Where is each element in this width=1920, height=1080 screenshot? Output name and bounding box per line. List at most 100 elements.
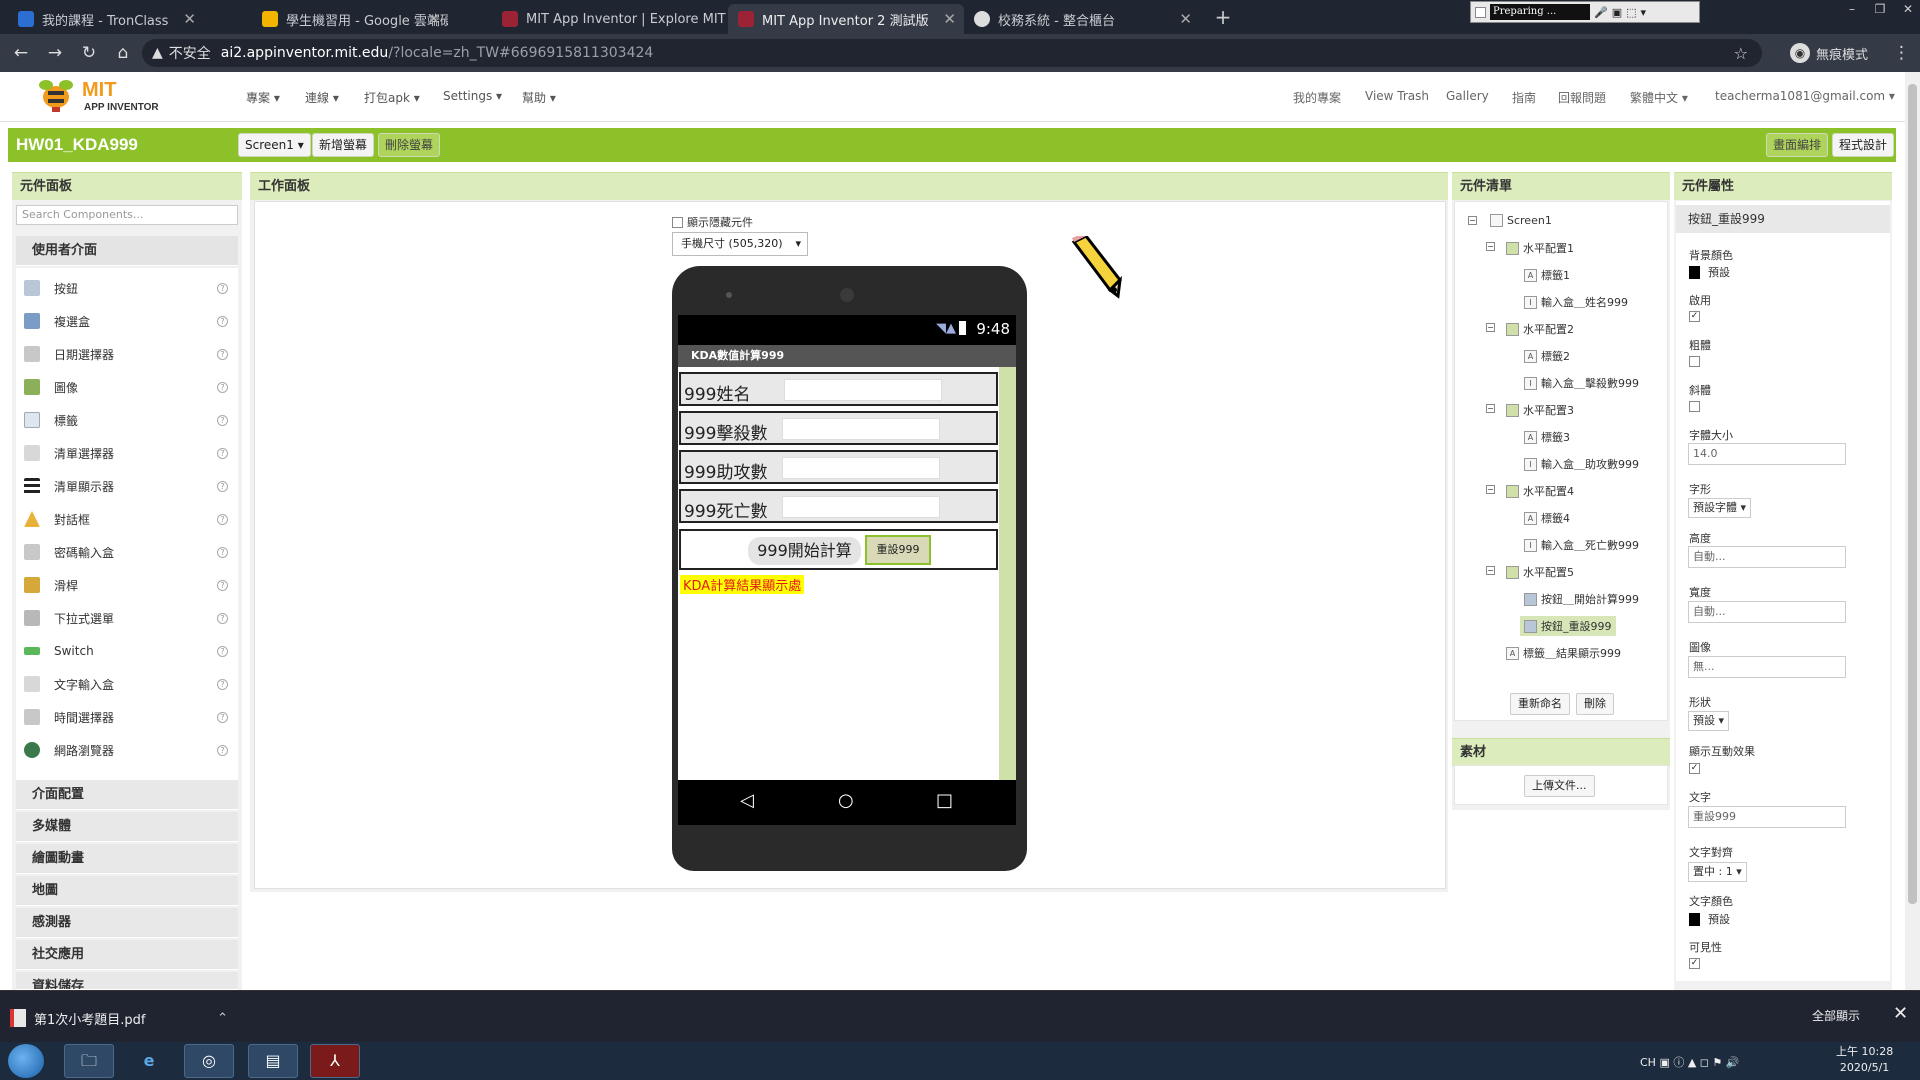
- chrome-taskbar-icon[interactable]: ◎: [184, 1044, 234, 1078]
- help-icon[interactable]: ?: [217, 447, 228, 459]
- palette-category-social[interactable]: 社交應用: [16, 940, 238, 970]
- close-download-bar-icon[interactable]: ✕: [1893, 1003, 1908, 1024]
- help-icon[interactable]: ?: [217, 513, 228, 525]
- tool-taskbar-icon[interactable]: ▤: [248, 1044, 298, 1078]
- prop-bgcolor-picker[interactable]: 預設: [1689, 264, 1730, 280]
- help-icon[interactable]: ?: [217, 546, 228, 558]
- collapse-toggle-icon[interactable]: −: [1486, 404, 1495, 413]
- new-tab-button[interactable]: +: [1210, 6, 1236, 30]
- browser-tab-active[interactable]: MIT App Inventor 2 測試版 ✕: [728, 4, 964, 34]
- tree-node-textbox[interactable]: I 輸入盒＿助攻數999: [1524, 456, 1639, 472]
- collapse-toggle-icon[interactable]: −: [1468, 216, 1477, 225]
- tree-node-label-comp[interactable]: A 標籤＿結果顯示999: [1506, 645, 1621, 661]
- prop-enabled-checkbox[interactable]: ✓: [1689, 311, 1700, 322]
- page-scrollbar[interactable]: [1905, 72, 1920, 990]
- prop-width-input[interactable]: 自動...: [1688, 601, 1846, 623]
- browser-tab[interactable]: 我的課程 - TronClass ✕: [8, 4, 204, 34]
- window-close-icon[interactable]: ✕: [1896, 0, 1920, 18]
- start-button-icon[interactable]: [8, 1044, 44, 1078]
- label-deaths[interactable]: 999死亡數: [684, 497, 767, 522]
- help-icon[interactable]: ?: [217, 744, 228, 756]
- rename-button[interactable]: 重新命名: [1510, 693, 1570, 715]
- link-my-projects[interactable]: 我的專案: [1293, 89, 1341, 106]
- tree-node-label-comp[interactable]: A 標籤4: [1524, 510, 1570, 526]
- help-icon[interactable]: ?: [217, 282, 228, 294]
- recorder-stop-icon[interactable]: [1475, 6, 1486, 18]
- designer-button[interactable]: 畫面編排: [1766, 133, 1829, 157]
- show-all-downloads-button[interactable]: 全部顯示: [1812, 1007, 1860, 1024]
- label-name[interactable]: 999姓名: [684, 380, 750, 405]
- browser-tab[interactable]: 學生機習用 - Google 雲端硬碟 ✕: [252, 4, 448, 34]
- upload-file-button[interactable]: 上傳文件...: [1524, 775, 1595, 797]
- label-kills[interactable]: 999擊殺數: [684, 419, 767, 444]
- tree-node-label-comp[interactable]: A 標籤1: [1524, 267, 1570, 283]
- account-menu[interactable]: teacherma1081@gmail.com ▾: [1715, 89, 1895, 103]
- ie-taskbar-icon[interactable]: e: [124, 1044, 174, 1078]
- tree-node-screen1[interactable]: Screen1: [1490, 214, 1552, 227]
- menu-connect[interactable]: 連線 ▾: [305, 89, 339, 106]
- incognito-indicator[interactable]: ◉ 無痕模式: [1790, 43, 1868, 63]
- menu-build[interactable]: 打包apk ▾: [364, 89, 420, 106]
- menu-settings[interactable]: Settings ▾: [443, 89, 502, 103]
- help-icon[interactable]: ?: [217, 414, 228, 426]
- delete-button[interactable]: 刪除: [1576, 693, 1614, 715]
- palette-item-slider[interactable]: 滑桿 ?: [24, 572, 232, 598]
- maximize-icon[interactable]: ❐: [1868, 0, 1892, 18]
- prop-font-select[interactable]: 預設字體 ▾: [1688, 498, 1752, 518]
- close-tab-icon[interactable]: ✕: [183, 10, 196, 28]
- tree-node-textbox[interactable]: I 輸入盒＿死亡數999: [1524, 537, 1639, 553]
- palette-item-switch[interactable]: Switch ?: [24, 638, 232, 664]
- palette-category-media[interactable]: 多媒體: [16, 812, 238, 842]
- palette-item-spinner[interactable]: 下拉式選單 ?: [24, 605, 232, 631]
- back-icon[interactable]: ←: [8, 43, 34, 63]
- tree-node-label-comp[interactable]: A 標籤2: [1524, 348, 1570, 364]
- prop-fontsize-input[interactable]: 14.0: [1688, 443, 1846, 465]
- input-language[interactable]: CH: [1640, 1056, 1656, 1069]
- prop-italic-checkbox[interactable]: [1689, 401, 1700, 412]
- remove-screen-button[interactable]: 刪除螢幕: [378, 133, 441, 157]
- tree-node-arrangement[interactable]: 水平配置3: [1506, 402, 1574, 418]
- help-icon[interactable]: ?: [217, 381, 228, 393]
- palette-item-image[interactable]: 圖像 ?: [24, 374, 232, 400]
- palette-section-user-interface[interactable]: 使用者介面: [16, 236, 238, 266]
- palette-item-textbox[interactable]: 文字輸入盒 ?: [24, 671, 232, 697]
- help-icon[interactable]: ?: [217, 678, 228, 690]
- link-view-trash[interactable]: View Trash: [1365, 89, 1429, 103]
- palette-item-datepicker[interactable]: 日期選擇器 ?: [24, 341, 232, 367]
- home-icon[interactable]: ⌂: [110, 43, 136, 63]
- minimize-icon[interactable]: –: [1840, 0, 1864, 18]
- region-icon[interactable]: ⬚: [1626, 6, 1636, 19]
- help-icon[interactable]: ?: [217, 480, 228, 492]
- prop-image-input[interactable]: 無...: [1688, 656, 1846, 678]
- close-tab-icon[interactable]: ✕: [943, 10, 956, 28]
- download-item[interactable]: 第1次小考題目.pdf ⌃: [10, 1003, 228, 1033]
- collapse-toggle-icon[interactable]: −: [1486, 566, 1495, 575]
- tree-node-textbox[interactable]: I 輸入盒＿姓名999: [1524, 294, 1628, 310]
- language-menu[interactable]: 繁體中文 ▾: [1630, 89, 1688, 106]
- prop-visible-checkbox[interactable]: ✓: [1689, 958, 1700, 969]
- prop-textcolor-picker[interactable]: 預設: [1689, 911, 1730, 927]
- help-icon[interactable]: ?: [217, 348, 228, 360]
- prop-align-select[interactable]: 置中 : 1 ▾: [1688, 862, 1747, 882]
- palette-category-sensors[interactable]: 感測器: [16, 908, 238, 938]
- result-label[interactable]: KDA計算結果顯示處: [680, 575, 805, 594]
- textbox-name[interactable]: [784, 379, 942, 401]
- horizontal-arrangement-4[interactable]: 999死亡數: [679, 489, 998, 523]
- horizontal-arrangement-5[interactable]: 999開始計算 重設999: [679, 529, 998, 570]
- collapse-toggle-icon[interactable]: −: [1486, 485, 1495, 494]
- show-hidden-checkbox[interactable]: [672, 216, 683, 228]
- explorer-taskbar-icon[interactable]: 🗀: [64, 1044, 114, 1078]
- browser-menu-icon[interactable]: ⋮: [1893, 43, 1910, 63]
- tree-node-button[interactable]: 按鈕＿開始計算999: [1524, 591, 1639, 607]
- help-icon[interactable]: ?: [217, 612, 228, 624]
- menu-help[interactable]: 幫助 ▾: [522, 89, 556, 106]
- link-report-issue[interactable]: 回報問題: [1558, 89, 1606, 106]
- palette-category-layout[interactable]: 介面配置: [16, 780, 238, 810]
- collapse-toggle-icon[interactable]: −: [1486, 242, 1495, 251]
- tree-node-arrangement[interactable]: 水平配置4: [1506, 483, 1574, 499]
- device-size-select[interactable]: 手機尺寸 (505,320) ▾: [672, 232, 808, 256]
- forward-icon[interactable]: →: [42, 43, 68, 63]
- horizontal-arrangement-3[interactable]: 999助攻數: [679, 450, 998, 484]
- textbox-kills[interactable]: [782, 418, 940, 440]
- palette-item-webviewer[interactable]: 網路瀏覽器 ?: [24, 737, 232, 763]
